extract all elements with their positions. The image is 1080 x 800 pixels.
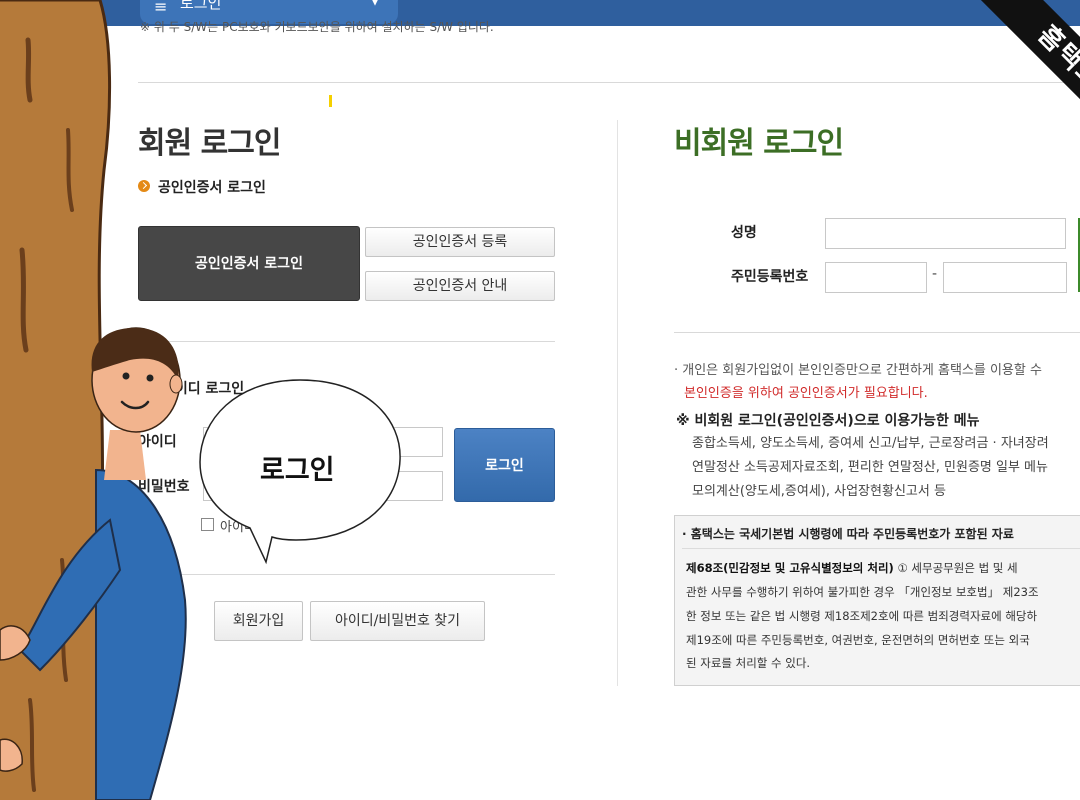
speech-bubble-text: 로그인 — [260, 455, 335, 486]
tree-trunk-illustration — [0, 0, 110, 800]
illustration-overlay — [0, 0, 401, 800]
